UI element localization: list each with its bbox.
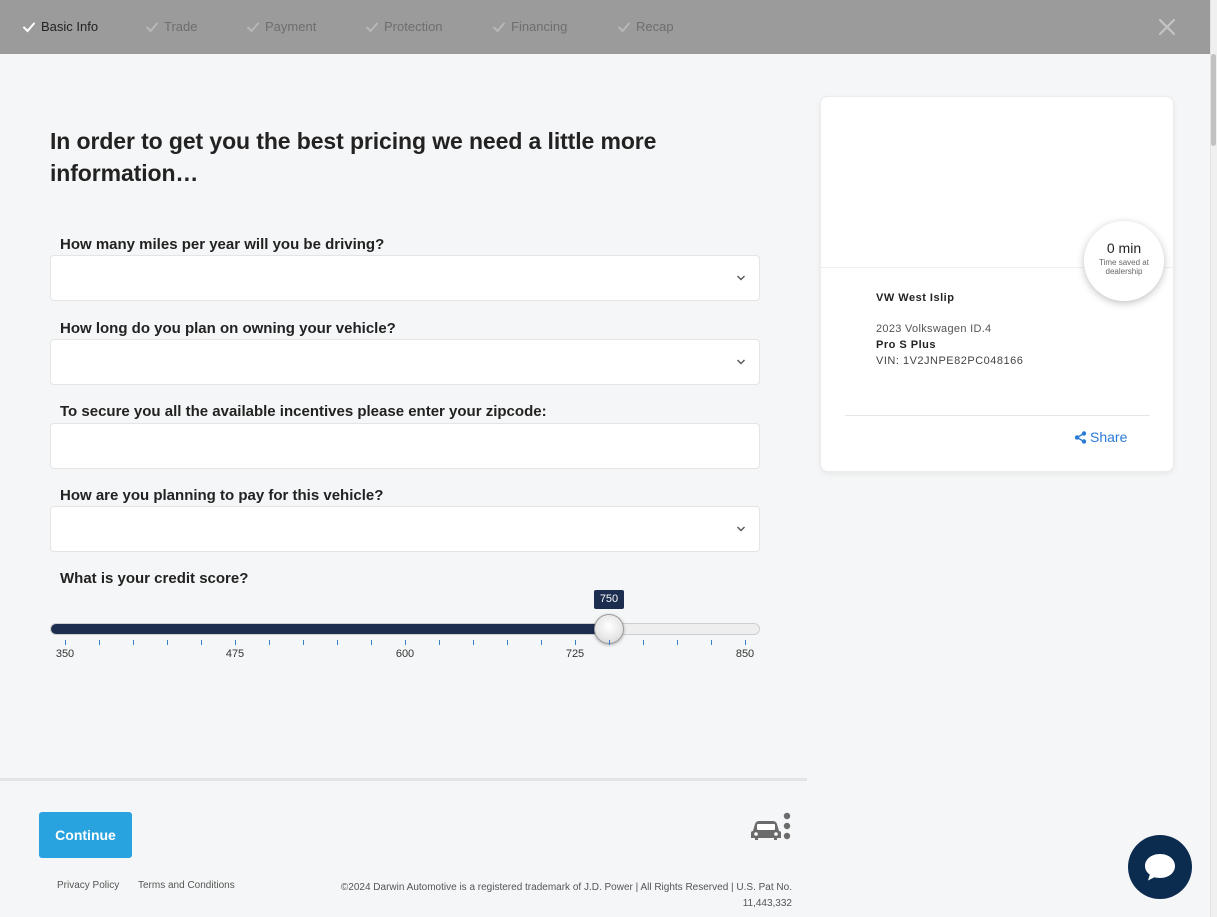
step-protection[interactable]: Protection [365,19,443,34]
slider-tick [337,640,338,645]
step-label: Recap [636,19,674,34]
slider-tick [303,640,304,645]
credit-score-value-bubble: 750 [594,590,624,609]
slider-tick-label: 475 [225,648,245,660]
chat-icon [1145,854,1175,881]
payment-select[interactable] [50,506,760,552]
chat-button[interactable] [1128,835,1192,899]
car-logo-icon [751,812,791,840]
slider-tick-label: 725 [565,648,585,660]
step-label: Financing [511,19,568,34]
slider-tick [473,640,474,645]
vehicle-vin: VIN: 1V2JNPE82PC048166 [876,355,1024,367]
check-icon [493,22,505,32]
chevron-down-icon [737,275,745,281]
slider-tick [507,640,508,645]
step-label: Basic Info [41,19,99,34]
page-title: In order to get you the best pricing we … [50,128,657,186]
zipcode-label: To secure you all the available incentiv… [60,403,547,420]
terms-link[interactable]: Terms and Conditions [138,880,235,891]
privacy-policy-link[interactable]: Privacy Policy [57,880,119,891]
scrollbar-thumb[interactable] [1211,54,1216,146]
check-icon [146,22,158,32]
slider-tick [167,640,168,645]
chevron-down-icon [737,359,745,365]
slider-tick [439,640,440,645]
close-icon[interactable] [1156,16,1178,38]
check-icon [618,22,630,32]
copyright-text: ©2024 Darwin Automotive is a registered … [340,882,792,909]
slider-tick [643,640,644,645]
slider-tick [575,640,576,645]
slider-tick [133,640,134,645]
slider-tick-label: 350 [55,648,75,660]
slider-tick [609,640,610,645]
slider-tick [269,640,270,645]
credit-score-label: What is your credit score? [60,570,249,587]
zipcode-input[interactable] [50,423,760,469]
time-saved-label: Time saved at dealership [1099,258,1149,276]
continue-button[interactable]: Continue [39,812,132,858]
chevron-down-icon [737,526,745,532]
slider-tick [371,640,372,645]
slider-tick [99,640,100,645]
slider-tick [677,640,678,645]
time-saved-value: 0 min [1106,240,1142,256]
step-financing[interactable]: Financing [492,19,567,34]
step-label: Trade [164,19,198,34]
check-icon [366,22,378,32]
ownership-label: How long do you plan on owning your vehi… [60,320,396,337]
check-icon [23,22,35,32]
share-button[interactable]: Share [1074,429,1127,445]
time-saved-badge: 0 min Time saved at dealership [1084,221,1164,301]
slider-tick [201,640,202,645]
step-label: Payment [265,19,317,34]
slider-tick [65,640,66,645]
footer-divider [0,778,807,781]
credit-score-slider-fill [51,624,609,634]
slider-tick [745,640,746,645]
miles-label: How many miles per year will you be driv… [60,236,385,253]
vehicle-trim: Pro S Plus [876,339,937,351]
step-label: Protection [384,19,443,34]
slider-tick-label: 850 [735,648,755,660]
share-label: Share [1090,429,1128,445]
step-recap[interactable]: Recap [617,19,674,34]
slider-tick [405,640,406,645]
card-divider [845,415,1150,416]
slider-tick [235,640,236,645]
payment-label: How are you planning to pay for this veh… [60,487,384,504]
vehicle-model: 2023 Volkswagen ID.4 [876,323,992,335]
step-trade[interactable]: Trade [145,19,197,34]
slider-tick [711,640,712,645]
miles-select[interactable] [50,255,760,301]
slider-tick [541,640,542,645]
step-basic-info[interactable]: Basic Info [22,19,98,34]
share-icon [1074,430,1087,444]
slider-tick-label: 600 [395,648,415,660]
step-payment[interactable]: Payment [246,19,316,34]
dealer-name: VW West Islip [876,292,955,304]
ownership-select[interactable] [50,339,760,385]
check-icon [247,22,259,32]
